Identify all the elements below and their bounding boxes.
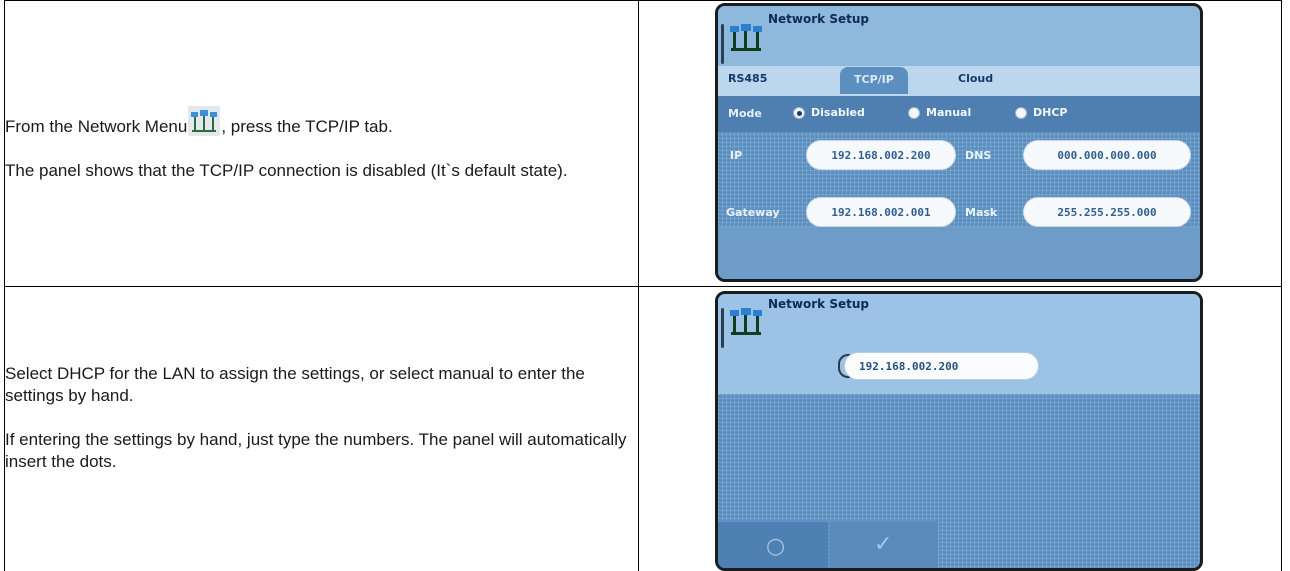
panel-screenshot-tcpip: Network Setup RS485 TCP/IP Cloud Mode Di… <box>715 3 1203 282</box>
confirm-key[interactable]: ✓ <box>830 522 938 568</box>
header-edge <box>721 24 724 64</box>
dns-label: DNS <box>965 149 992 162</box>
instruction-paragraph: Select DHCP for the LAN to assign the se… <box>5 364 585 405</box>
screen-header: Network Setup <box>718 6 1200 66</box>
dns-field[interactable]: 000.000.000.000 <box>1023 140 1191 170</box>
network-icon <box>728 304 764 340</box>
gateway-label: Gateway <box>726 206 780 219</box>
mode-radio-dhcp[interactable]: DHCP <box>1015 106 1067 119</box>
mask-field[interactable]: 255.255.255.000 <box>1023 197 1191 227</box>
radio-label: DHCP <box>1033 106 1068 119</box>
check-icon: ✓ <box>874 532 893 557</box>
instruction-text-cell: From the Network Menu , press the TCP/IP… <box>4 0 639 287</box>
mode-label: Mode <box>728 107 762 120</box>
network-icon <box>728 20 764 56</box>
mask-label: Mask <box>965 206 998 219</box>
mode-row: Mode Disabled Manual DHCP <box>718 96 1200 132</box>
network-menu-icon <box>188 105 221 136</box>
cancel-key[interactable]: ○ <box>718 522 828 568</box>
screen-title: Network Setup <box>768 297 869 311</box>
keypad: ○ ✓ <box>718 398 1200 568</box>
cancel-icon: ○ <box>766 534 786 559</box>
radio-selected-icon <box>793 106 805 119</box>
radio-icon <box>908 106 920 119</box>
screen-title: Network Setup <box>768 12 869 26</box>
tab-strip: RS485 TCP/IP Cloud <box>718 66 1200 96</box>
instruction-paragraph: If entering the settings by hand, just t… <box>5 430 627 471</box>
tab-cloud[interactable]: Cloud <box>958 72 993 85</box>
ip-field[interactable]: 192.168.002.200 <box>806 140 956 170</box>
radio-label: Manual <box>926 106 972 119</box>
header-edge <box>721 308 724 348</box>
instruction-text-cell: Select DHCP for the LAN to assign the se… <box>4 286 639 571</box>
instruction-paragraph: The panel shows that the TCP/IP connecti… <box>5 160 568 180</box>
ip-edit-field[interactable]: 192.168.002.200 <box>844 352 1039 380</box>
radio-icon <box>1015 106 1027 119</box>
instruction-paragraph: From the Network Menu , press the TCP/IP… <box>5 105 638 138</box>
ip-label: IP <box>730 149 743 162</box>
mode-radio-manual[interactable]: Manual <box>908 106 971 119</box>
radio-label: Disabled <box>811 106 865 119</box>
instruction-text: From the Network Menu <box>5 116 188 136</box>
tab-tcpip[interactable]: TCP/IP <box>840 67 908 94</box>
mode-radio-disabled[interactable]: Disabled <box>793 106 865 119</box>
panel-screenshot-keypad: Network Setup 192.168.002.200 ○ ✓ <box>715 291 1203 571</box>
gateway-field[interactable]: 192.168.002.001 <box>806 197 956 227</box>
screen-footer <box>718 227 1200 279</box>
instruction-text: , press the TCP/IP tab. <box>221 116 393 136</box>
tab-rs485[interactable]: RS485 <box>728 72 767 85</box>
